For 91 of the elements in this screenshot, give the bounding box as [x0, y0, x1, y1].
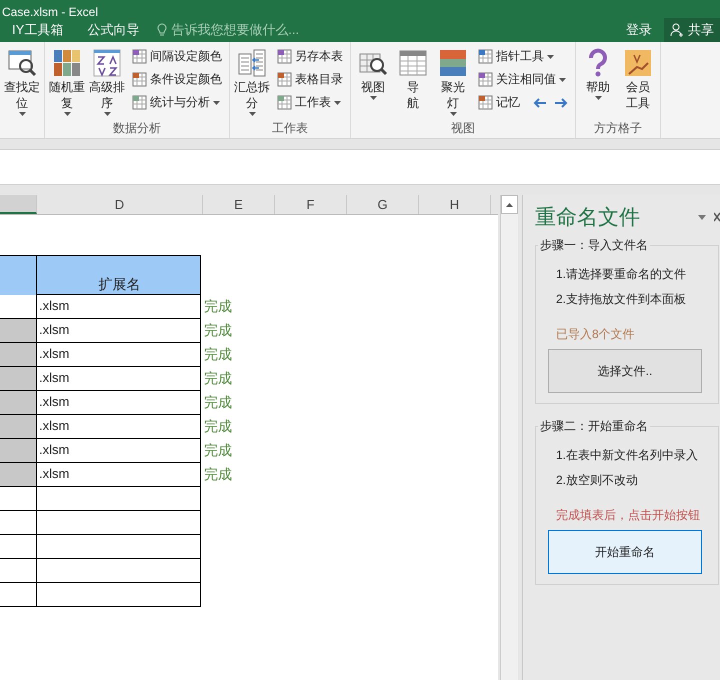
table-cell	[0, 487, 37, 511]
search-icon	[7, 48, 37, 78]
group-label: 视图	[450, 120, 476, 137]
pane-title: 重命名文件	[535, 205, 640, 231]
split-sheets-icon	[237, 48, 267, 78]
ribbon-button[interactable]: 另存本表	[277, 48, 343, 65]
sheet-icon	[277, 72, 292, 87]
member-tools-icon	[623, 48, 653, 78]
window-title: Case.xlsm - Excel	[2, 6, 98, 18]
instruction-text: 2.放空则不改动	[556, 472, 640, 489]
table-cell	[0, 559, 37, 583]
step-heading: 步骤二：开始重命名	[539, 418, 649, 435]
ribbon-button[interactable]: 汇总拆 分	[233, 48, 271, 120]
ribbon-button[interactable]: 间隔设定颜色	[132, 48, 222, 65]
forward-arrow-icon[interactable]	[554, 96, 568, 108]
column-header[interactable]: H	[419, 195, 491, 214]
ribbon-button[interactable]: 记忆	[478, 94, 568, 111]
ribbon-button[interactable]: 聚光 灯	[434, 48, 472, 120]
status-text: 完成	[203, 441, 233, 460]
sheet-icon	[478, 95, 493, 110]
table-icon	[398, 48, 428, 78]
group-label: 工作表	[271, 120, 309, 137]
up-arrow-icon[interactable]	[506, 202, 513, 206]
table-cell	[0, 535, 37, 559]
ribbon-button[interactable]: 高级排 序	[88, 48, 126, 120]
table-cell: .xlsm	[37, 367, 201, 391]
status-text: 完成	[203, 465, 233, 484]
instruction-text: 1.请选择要重命名的文件	[556, 266, 688, 283]
table-cell	[0, 255, 37, 296]
column-header[interactable]: E	[203, 195, 275, 214]
status-text: 完成	[203, 297, 233, 316]
column-header[interactable]	[0, 195, 37, 214]
column-header[interactable]: G	[347, 195, 419, 214]
ribbon-button[interactable]: 统计与分析	[132, 94, 222, 111]
ribbon-button[interactable]: 查找定 位	[3, 48, 41, 120]
table-cell	[0, 583, 37, 607]
ribbon-button[interactable]: 工作表	[277, 94, 343, 111]
sheet-icon	[132, 95, 147, 110]
status-text: 完成	[203, 345, 233, 364]
ribbon-button[interactable]: 视图	[354, 48, 392, 120]
table-cell: .xlsm	[37, 319, 201, 343]
table-cell: .xlsm	[37, 391, 201, 415]
scrollbar[interactable]	[500, 195, 518, 680]
table-cell: .xlsm	[37, 439, 201, 463]
sort-icon	[92, 48, 122, 78]
sheet-icon	[132, 49, 147, 64]
column-header[interactable]: F	[275, 195, 347, 214]
instruction-text: 1.在表中新文件名列中录入	[556, 447, 700, 464]
table-cell	[0, 511, 37, 535]
group-label: 数据分析	[112, 120, 162, 137]
lightbulb-icon	[157, 23, 168, 37]
sheet-icon	[277, 49, 292, 64]
ribbon-button[interactable]: 表格目录	[277, 71, 343, 88]
ribbon-button[interactable]: 会员 工具	[619, 48, 657, 120]
sign-in-link[interactable]: 登录	[626, 21, 652, 39]
close-icon[interactable]	[714, 212, 720, 222]
group-label: 方方格子	[593, 120, 643, 137]
ribbon-tab[interactable]: IY工具箱	[0, 21, 76, 39]
status-note: 已导入8个文件	[556, 326, 636, 343]
ribbon-tab[interactable]: 公式向导	[75, 21, 152, 39]
person-icon	[670, 23, 684, 37]
caret-icon[interactable]	[698, 214, 706, 220]
status-text: 完成	[203, 369, 233, 388]
ribbon-button[interactable]: 帮助	[579, 48, 617, 120]
status-text: 完成	[203, 417, 233, 436]
table-cell: .xlsm	[37, 343, 201, 367]
table-cell: .xlsm	[37, 415, 201, 439]
column-header[interactable]: D	[37, 195, 203, 214]
sheet-icon	[132, 72, 147, 87]
header-cell: 扩展名	[37, 255, 201, 295]
ribbon-button[interactable]: 指针工具	[478, 48, 568, 65]
back-arrow-icon[interactable]	[533, 96, 547, 108]
share-button[interactable]: 共享	[664, 18, 720, 42]
sheet-icon	[478, 72, 493, 87]
ribbon-button[interactable]: 随机重 复	[48, 48, 86, 120]
sheet-icon	[478, 49, 493, 64]
sheet-icon	[277, 95, 292, 110]
ribbon-button[interactable]: 条件设定颜色	[132, 71, 222, 88]
table-cell: .xlsm	[37, 463, 201, 487]
ribbon-button[interactable]: 关注相同值	[478, 71, 568, 88]
action-button[interactable]: 开始重命名	[548, 530, 702, 574]
instruction-text: 2.支持拖放文件到本面板	[556, 291, 688, 308]
color-grid-icon	[52, 48, 82, 78]
status-note: 完成填表后，点击开始按钮	[556, 507, 701, 524]
ribbon-button[interactable]: 导 航	[394, 48, 432, 120]
status-text: 完成	[203, 393, 233, 412]
status-text: 完成	[203, 321, 233, 340]
table-cell: .xlsm	[37, 295, 201, 319]
step-heading: 步骤一：导入文件名	[539, 237, 649, 254]
action-button[interactable]: 选择文件..	[548, 349, 702, 393]
spotlight-icon	[438, 48, 468, 78]
